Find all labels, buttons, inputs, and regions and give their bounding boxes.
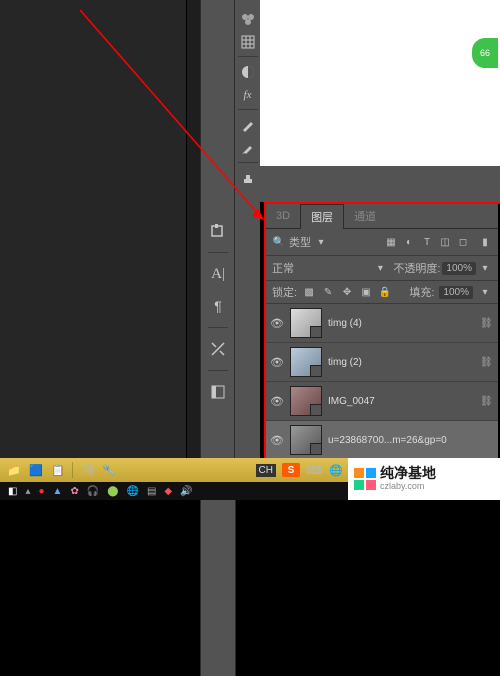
chevron-down-icon[interactable]: ▾ bbox=[478, 285, 492, 299]
layer-thumbnail[interactable] bbox=[290, 347, 322, 377]
ime-tool-icon[interactable]: 🌐 bbox=[328, 462, 344, 478]
layer-name[interactable]: timg (4) bbox=[328, 318, 474, 329]
tray-icon[interactable]: ▲ bbox=[53, 486, 63, 497]
clone-source-icon[interactable] bbox=[237, 167, 259, 188]
system-tray[interactable]: ◧ ▴ ● ▲ ✿ 🎧 ⬤ 🌐 ▤ ◆ 🔊 bbox=[0, 482, 376, 500]
brush-preset-icon[interactable] bbox=[237, 114, 259, 135]
type-tool-icon[interactable]: A| bbox=[204, 261, 232, 287]
watermark-title: 纯净基地 bbox=[380, 466, 436, 481]
link-icon[interactable]: ⛓ bbox=[480, 318, 494, 329]
tray-icon[interactable]: 🌐 bbox=[126, 486, 138, 497]
layer-name[interactable]: IMG_0047 bbox=[328, 396, 474, 407]
blend-mode-select[interactable]: 正常 ▾ bbox=[272, 260, 387, 276]
filter-type-label: 类型 bbox=[289, 234, 311, 250]
filter-type-icon[interactable]: T bbox=[420, 235, 434, 249]
ime-tool-icon[interactable]: ⌨ bbox=[306, 462, 322, 478]
document-area bbox=[0, 0, 187, 458]
layer-thumbnail[interactable] bbox=[290, 386, 322, 416]
tools-icon[interactable] bbox=[204, 336, 232, 362]
tray-icon[interactable]: ● bbox=[38, 486, 44, 497]
green-badge[interactable]: 66 bbox=[470, 36, 500, 70]
ime-indicator[interactable]: CH bbox=[256, 464, 276, 477]
visibility-icon[interactable]: 👁 bbox=[270, 317, 284, 330]
chevron-down-icon[interactable]: ▾ bbox=[314, 235, 328, 249]
fill-label: 填充: bbox=[409, 284, 434, 300]
styles-icon[interactable]: fx bbox=[237, 84, 259, 105]
panel-toggle-icon[interactable] bbox=[204, 379, 232, 405]
adjustment-icon[interactable] bbox=[237, 61, 259, 82]
taskbar[interactable]: 📁 🟦 📋 🖼 🔧 CH S ⌨ 🌐 👤 bbox=[0, 458, 372, 482]
tab-layers[interactable]: 图层 bbox=[300, 204, 344, 229]
filter-smart-icon[interactable]: ◻ bbox=[456, 235, 470, 249]
chevron-down-icon[interactable]: ▾ bbox=[478, 261, 492, 275]
chevron-down-icon: ▾ bbox=[373, 261, 387, 275]
grid-icon[interactable] bbox=[237, 31, 259, 52]
opacity-value[interactable]: 100% bbox=[442, 262, 476, 275]
panel-tabs: 3D 图层 通道 bbox=[266, 204, 498, 229]
paragraph-tool-icon[interactable]: ¶ bbox=[204, 293, 232, 319]
taskbar-app-icon[interactable]: 🖼 bbox=[79, 462, 95, 478]
tray-icon[interactable]: ◧ bbox=[8, 486, 17, 497]
layers-panel: 3D 图层 通道 🔍 类型 ▾ ▦ ◐ T ◫ ◻ ▮ 正常 ▾ 不透明度: 1… bbox=[266, 204, 498, 480]
filter-shape-icon[interactable]: ◫ bbox=[438, 235, 452, 249]
layer-row[interactable]: 👁 u=23868700...m=26&gp=0 bbox=[266, 421, 498, 460]
taskbar-app-icon[interactable]: 🟦 bbox=[28, 462, 44, 478]
tray-chevron-icon[interactable]: ▴ bbox=[25, 486, 30, 497]
vertical-toolbar: fx bbox=[234, 0, 260, 466]
brush-settings-icon[interactable] bbox=[237, 137, 259, 158]
canvas[interactable] bbox=[260, 0, 500, 166]
watermark: 纯净基地 czlaby.com bbox=[348, 458, 500, 500]
layer-list: 👁 timg (4) ⛓ 👁 timg (2) ⛓ 👁 IMG_0047 ⛓ 👁… bbox=[266, 304, 498, 464]
taskbar-app-icon[interactable]: 📋 bbox=[50, 462, 66, 478]
layer-row[interactable]: 👁 timg (4) ⛓ bbox=[266, 304, 498, 343]
tray-icon[interactable]: 🔊 bbox=[180, 486, 192, 497]
link-icon[interactable]: ⛓ bbox=[480, 357, 494, 368]
left-tool-strip: A| ¶ bbox=[200, 0, 236, 676]
watermark-url: czlaby.com bbox=[380, 482, 436, 492]
filter-pixel-icon[interactable]: ▦ bbox=[384, 235, 398, 249]
lock-brush-icon[interactable]: ✎ bbox=[321, 285, 335, 299]
tab-channels[interactable]: 通道 bbox=[344, 204, 386, 228]
tray-icon[interactable]: ✿ bbox=[70, 486, 78, 497]
visibility-icon[interactable]: 👁 bbox=[270, 434, 284, 447]
taskbar-app-icon[interactable]: 🔧 bbox=[101, 462, 117, 478]
swatches-icon[interactable] bbox=[237, 8, 259, 29]
toolbar-separator bbox=[238, 162, 258, 163]
layer-name[interactable]: timg (2) bbox=[328, 357, 474, 368]
visibility-icon[interactable]: 👁 bbox=[270, 395, 284, 408]
tray-icon[interactable]: ◆ bbox=[164, 486, 172, 497]
lock-row: 锁定: ▩ ✎ ✥ ▣ 🔒 填充: 100% ▾ bbox=[266, 281, 498, 304]
lock-position-icon[interactable]: ✥ bbox=[340, 285, 354, 299]
tray-icon[interactable]: 🎧 bbox=[87, 486, 99, 497]
toolbar-separator bbox=[238, 109, 258, 110]
filter-toggle-icon[interactable]: ▮ bbox=[478, 235, 492, 249]
lock-label: 锁定: bbox=[272, 284, 297, 300]
blend-row: 正常 ▾ 不透明度: 100% ▾ bbox=[266, 256, 498, 281]
fill-value[interactable]: 100% bbox=[439, 286, 473, 299]
history-tool-icon[interactable] bbox=[204, 218, 232, 244]
tray-icon[interactable]: ▤ bbox=[147, 486, 156, 497]
lock-transparent-icon[interactable]: ▩ bbox=[302, 285, 316, 299]
layer-thumbnail[interactable] bbox=[290, 425, 322, 455]
sogou-ime-icon[interactable]: S bbox=[282, 463, 300, 477]
lock-artboard-icon[interactable]: ▣ bbox=[359, 285, 373, 299]
visibility-icon[interactable]: 👁 bbox=[270, 356, 284, 369]
tray-icon[interactable]: ⬤ bbox=[107, 486, 118, 497]
taskbar-app-icon[interactable]: 📁 bbox=[6, 462, 22, 478]
filter-adjust-icon[interactable]: ◐ bbox=[402, 235, 416, 249]
opacity-label: 不透明度: bbox=[393, 260, 440, 276]
layer-row[interactable]: 👁 timg (2) ⛓ bbox=[266, 343, 498, 382]
tab-3d[interactable]: 3D bbox=[266, 204, 300, 228]
layer-filter-row: 🔍 类型 ▾ ▦ ◐ T ◫ ◻ ▮ bbox=[266, 229, 498, 256]
layer-name[interactable]: u=23868700...m=26&gp=0 bbox=[328, 435, 494, 446]
lock-all-icon[interactable]: 🔒 bbox=[378, 285, 392, 299]
layer-row[interactable]: 👁 IMG_0047 ⛓ bbox=[266, 382, 498, 421]
link-icon[interactable]: ⛓ bbox=[480, 396, 494, 407]
search-icon: 🔍 bbox=[272, 235, 286, 249]
toolbar-separator bbox=[238, 56, 258, 57]
blend-mode-value: 正常 bbox=[272, 260, 294, 276]
layer-thumbnail[interactable] bbox=[290, 308, 322, 338]
